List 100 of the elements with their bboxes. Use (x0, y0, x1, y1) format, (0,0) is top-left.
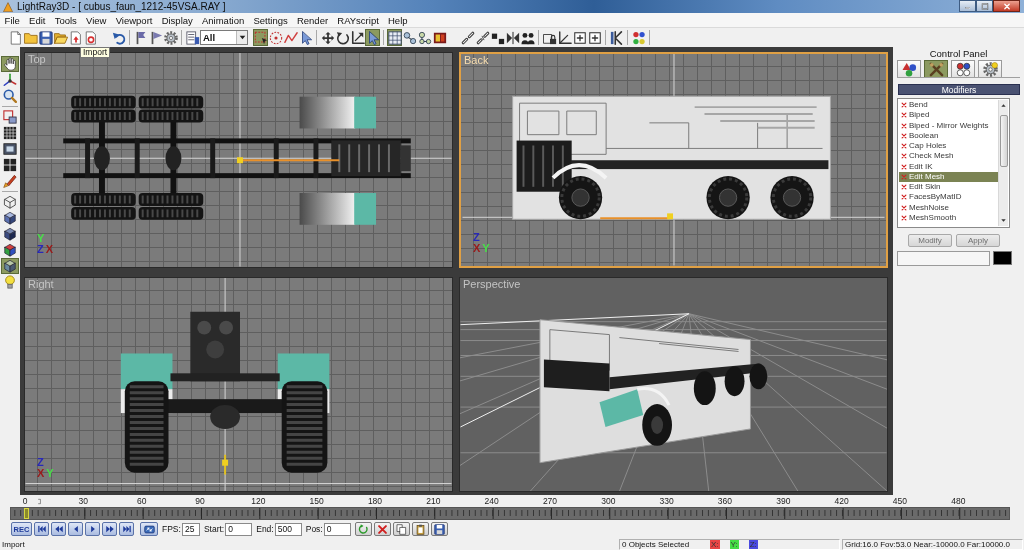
close-button[interactable] (993, 0, 1020, 12)
toolbar-button[interactable] (185, 29, 200, 46)
playback-button[interactable] (85, 522, 100, 536)
toolbar-button[interactable] (587, 29, 602, 46)
playback-button[interactable] (102, 522, 117, 536)
timeline-tool-button[interactable] (411, 522, 429, 536)
document-arrow-icon (68, 30, 83, 45)
gear-icon (163, 30, 178, 45)
list-item[interactable]: Check Mesh (899, 151, 998, 162)
color-swatch-icon[interactable] (993, 251, 1012, 265)
filter-dropdown[interactable]: All (200, 30, 248, 45)
number-field[interactable]: 500 (274, 522, 302, 536)
playback-button[interactable] (51, 522, 66, 536)
axis-label: Z (37, 243, 44, 255)
toolbar-button[interactable] (505, 29, 520, 46)
tool-button[interactable] (1, 210, 19, 226)
timeline-tool-button[interactable] (430, 522, 448, 536)
list-item[interactable]: Edit Mesh (899, 171, 998, 182)
skip-to-end-icon (121, 524, 132, 534)
toolbar-button[interactable] (38, 29, 53, 46)
transport-button[interactable] (140, 522, 158, 536)
panel-tab[interactable] (951, 60, 975, 77)
menu-item[interactable]: Render (292, 14, 333, 26)
minimize-button[interactable] (959, 0, 976, 12)
axis-toggle[interactable]: Y: (729, 539, 739, 549)
list-item[interactable]: Edit Skin (899, 182, 998, 193)
light-bulb-icon (3, 275, 17, 289)
tool-button[interactable] (1, 258, 19, 274)
list-item[interactable]: Biped (899, 110, 998, 121)
tool-button[interactable] (1, 226, 19, 242)
cross-mark-icon (901, 204, 907, 211)
timeline-tool-button[interactable] (354, 522, 372, 536)
playback-button[interactable] (68, 522, 83, 536)
tool-button[interactable] (1, 72, 19, 88)
timeline-tool-button[interactable] (373, 522, 391, 536)
linked-nodes-icon (417, 30, 432, 45)
input-field[interactable] (897, 251, 990, 266)
menu-item[interactable]: Settings (248, 14, 293, 26)
maximize-button[interactable] (976, 0, 993, 12)
scrollbar[interactable] (998, 100, 1008, 226)
toolbar-button[interactable] (475, 29, 490, 46)
toolbar-button[interactable] (320, 29, 335, 46)
timeline-track[interactable] (10, 507, 1010, 520)
toolbar-button[interactable] (402, 29, 417, 46)
axis-label: Y (46, 468, 54, 479)
toolbar-button[interactable] (335, 29, 350, 46)
tool-button[interactable] (1, 125, 19, 141)
toolbar-button[interactable] (572, 29, 587, 46)
tool-button[interactable] (1, 157, 19, 173)
four-way-arrow-icon (320, 30, 335, 45)
menu-item[interactable]: Viewport (111, 14, 158, 26)
list-item[interactable]: MeshSmooth (899, 212, 998, 223)
linked-nodes-icon (402, 30, 417, 45)
list-item[interactable]: Biped - Mirror Weights (899, 120, 998, 131)
cube-icon (3, 259, 17, 273)
list-item[interactable]: Bend (899, 100, 998, 111)
scrollbar-thumb[interactable] (999, 115, 1008, 167)
toolbar-button[interactable] (609, 29, 624, 46)
four-circles-icon (955, 61, 971, 77)
list-item[interactable]: Boolean (899, 130, 998, 141)
menu-item[interactable]: File (0, 14, 25, 26)
list-item[interactable]: Edit IK (899, 161, 998, 172)
number-field[interactable]: 25 (181, 522, 200, 536)
playback-button[interactable] (119, 522, 134, 536)
tooltip: Import (80, 47, 111, 58)
playback-button[interactable] (34, 522, 49, 536)
menu-item[interactable]: Display (157, 14, 198, 26)
number-field[interactable]: 0 (225, 522, 253, 536)
bracket-marker-icon (37, 497, 42, 506)
list-item[interactable]: MeshNoise (899, 202, 998, 213)
tool-button[interactable] (1, 56, 19, 72)
list-item[interactable]: FacesByMatID (899, 192, 998, 203)
list-item[interactable]: Cap Holes (899, 141, 998, 152)
viewport-info: Grid:16.0 Fov:53.0 Near:-10000.0 Far:10000.0 (845, 539, 1010, 549)
menu-item[interactable]: View (81, 14, 112, 26)
menu-item[interactable]: Help (383, 14, 413, 26)
panel-tab[interactable] (978, 60, 1002, 77)
tool-button[interactable] (1, 141, 19, 157)
menu-item[interactable]: Animation (197, 14, 249, 26)
selection-count: 0 Objects Selected (622, 539, 691, 549)
menu-item[interactable]: Edit (24, 14, 51, 26)
clipboard-icon (414, 523, 426, 535)
axes-icon (3, 73, 17, 87)
toolbar-button[interactable] (557, 29, 572, 46)
viewport[interactable]: Perspective (459, 276, 888, 492)
toolbar-button[interactable] (460, 29, 475, 46)
menu-item[interactable]: Tools (50, 14, 82, 26)
gear-icon (982, 61, 998, 77)
axis-label: X (473, 242, 481, 254)
axis-label: Z (37, 457, 45, 468)
toolbar-button[interactable] (417, 29, 432, 46)
tool-button[interactable] (1, 242, 19, 258)
viewport-label: Right (28, 277, 54, 290)
menu-item[interactable]: RAYscript (332, 14, 384, 26)
panel-tab[interactable] (924, 60, 948, 77)
timeline-tool-button[interactable] (392, 522, 410, 536)
panel-tab[interactable] (897, 60, 921, 77)
number-field[interactable]: 0 (323, 522, 351, 536)
cross-mark-icon (901, 153, 907, 160)
toolbar-button[interactable] (350, 29, 365, 46)
